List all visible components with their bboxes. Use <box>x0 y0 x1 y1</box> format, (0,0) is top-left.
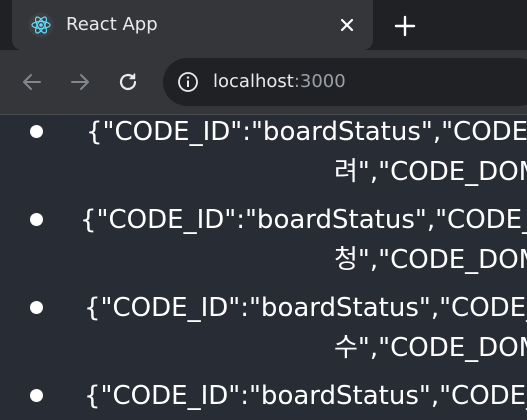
page-content: {"CODE_ID":"boardStatus","CODE_ID": 려","… <box>0 115 527 420</box>
browser-window: React App localhost:3000 {"CODE_ID":"boa… <box>0 0 527 420</box>
bullet <box>30 389 43 402</box>
toolbar: localhost:3000 <box>0 50 527 115</box>
tab-title: React App <box>66 14 158 35</box>
url-host: localhost <box>213 71 294 92</box>
list-item-text: {"CODE_ID":"boardStatus","CODE_ID": <box>86 117 527 147</box>
url-port: :3000 <box>293 71 346 92</box>
url-text[interactable]: localhost:3000 <box>213 69 346 95</box>
new-tab-button[interactable] <box>392 13 418 39</box>
list-item-text-continued: 청","CODE_DOM": <box>334 245 527 275</box>
reload-icon <box>119 73 137 91</box>
back-button[interactable] <box>18 68 46 96</box>
address-bar[interactable]: localhost:3000 <box>163 58 527 106</box>
plus-icon <box>394 15 416 37</box>
react-logo-icon <box>28 12 54 38</box>
back-arrow-icon <box>23 74 41 90</box>
bullet <box>30 125 43 138</box>
list-item-text: {"CODE_ID":"boardStatus","CODE_ID": <box>84 293 527 323</box>
list-item-text: {"CODE_ID":"boardStatus","CODE_ID": <box>84 381 527 411</box>
reload-button[interactable] <box>114 68 142 96</box>
forward-arrow-icon <box>71 74 89 90</box>
list-item-text: {"CODE_ID":"boardStatus","CODE_ID": <box>80 205 527 235</box>
close-icon[interactable] <box>335 13 359 37</box>
info-icon[interactable] <box>177 71 199 93</box>
list-item-text-continued: 려","CODE_DOM": <box>334 157 527 187</box>
tab-strip: React App <box>0 0 527 50</box>
list-item-text-continued: 수","CODE_DOM": <box>334 333 527 363</box>
tab-react-app[interactable]: React App <box>12 0 373 50</box>
bullet <box>30 301 43 314</box>
forward-button[interactable] <box>66 68 94 96</box>
bullet <box>30 213 43 226</box>
